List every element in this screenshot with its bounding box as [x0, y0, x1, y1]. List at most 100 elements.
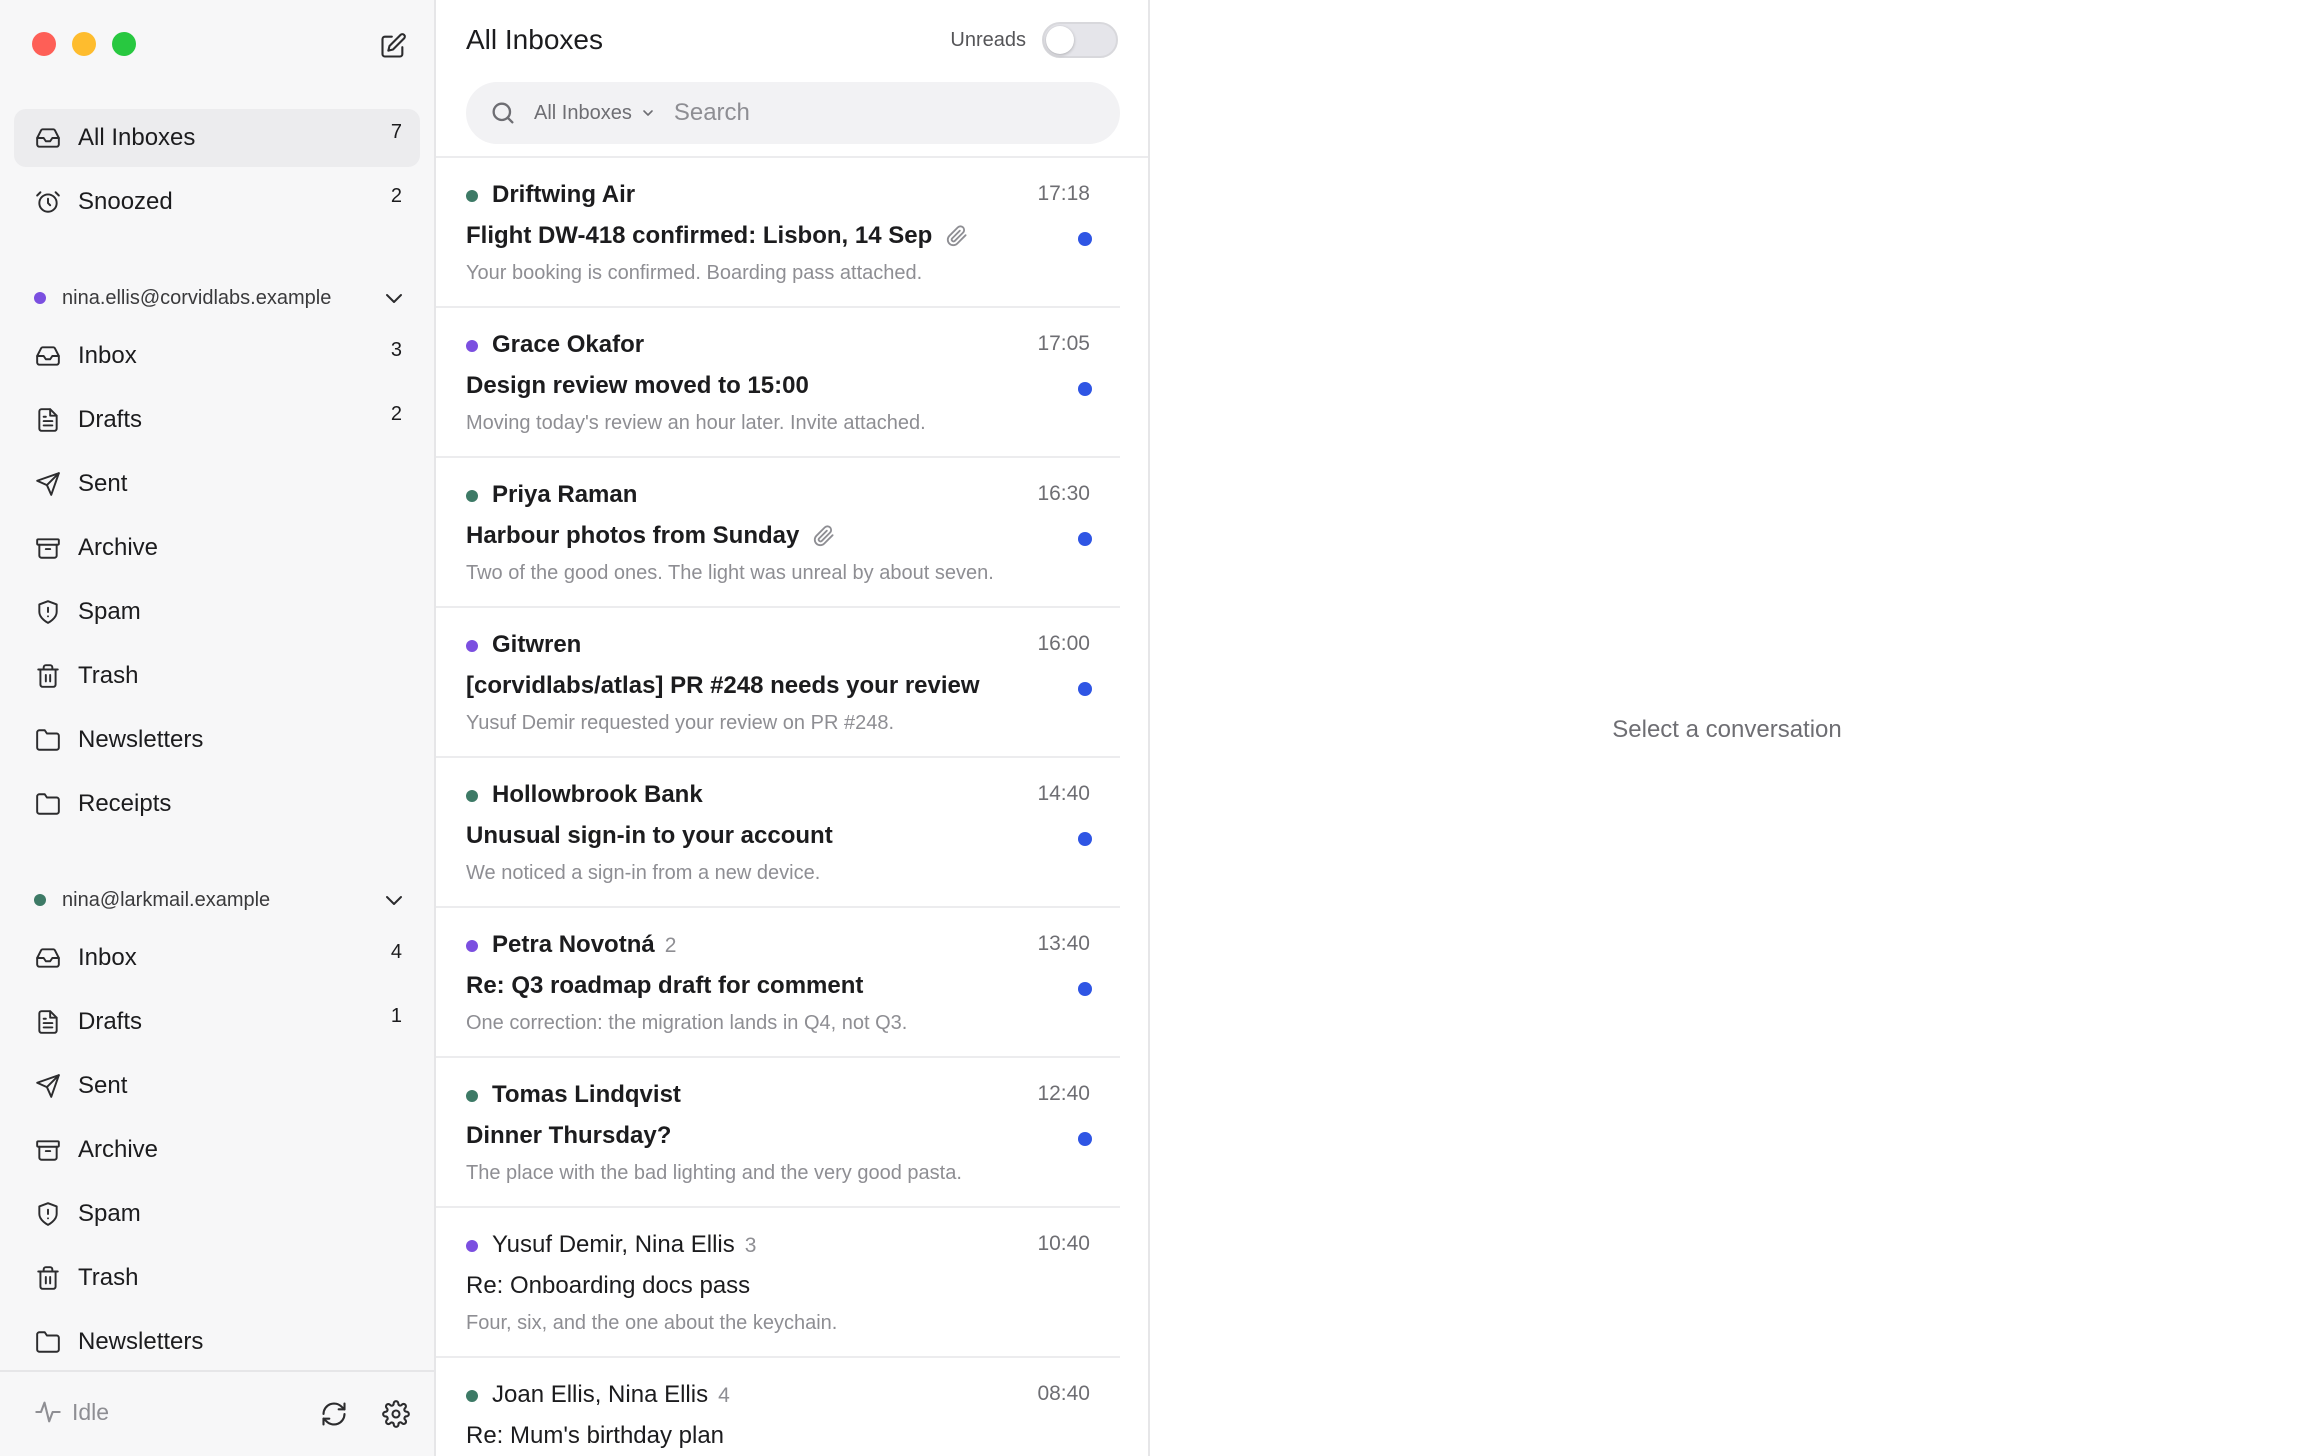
sender-name: Yusuf Demir, Nina Ellis — [492, 1231, 735, 1258]
sidebar-folder-receipts[interactable]: Receipts — [14, 775, 420, 833]
trash-icon — [34, 1264, 62, 1292]
message-time: 12:40 — [1037, 1082, 1090, 1105]
message-row[interactable]: Yusuf Demir, Nina Ellis 3 10:40 Re: Onboard… — [436, 1208, 1120, 1358]
message-row[interactable]: Petra Novotná 2 13:40 Re: Q3 roadmap draft … — [436, 908, 1120, 1058]
search-scope-dropdown[interactable]: All Inboxes — [534, 102, 656, 125]
message-subject-line: [corvidlabs/atlas] PR #248 needs your re… — [466, 672, 980, 700]
message-sender: Tomas Lindqvist — [492, 1081, 681, 1109]
unread-indicator — [1078, 832, 1092, 846]
sidebar-folder-inbox[interactable]: Inbox 3 — [14, 327, 420, 385]
list-title: All Inboxes — [466, 24, 603, 55]
message-subject-line: Flight DW-418 confirmed: Lisbon, 14 Sep — [466, 222, 968, 250]
sender-name: Gitwren — [492, 631, 582, 658]
message-subject: Re: Q3 roadmap draft for comment — [466, 972, 864, 999]
sidebar-folder-archive[interactable]: Archive — [14, 1121, 420, 1179]
unread-count: 1 — [390, 1005, 402, 1027]
sidebar-folder-spam[interactable]: Spam — [14, 1185, 420, 1243]
message-row[interactable]: Driftwing Air 17:18 Flight DW-418 confirme… — [436, 158, 1120, 308]
account-color-dot — [466, 1390, 478, 1402]
shield-icon — [34, 1200, 62, 1228]
empty-state-text: Select a conversation — [1612, 716, 1842, 743]
account-color-dot — [466, 1240, 478, 1252]
sidebar-folder-archive[interactable]: Archive — [14, 519, 420, 577]
send-icon — [34, 1072, 62, 1100]
folder-icon — [34, 790, 62, 818]
sender-name: Driftwing Air — [492, 181, 636, 208]
sidebar-item-all-inboxes[interactable]: All Inboxes 7 — [14, 109, 420, 167]
message-time: 17:05 — [1037, 332, 1090, 355]
sidebar-item-label: Drafts — [78, 406, 143, 433]
unreads-toggle[interactable] — [1042, 22, 1118, 58]
sidebar-folder-spam[interactable]: Spam — [14, 583, 420, 641]
message-preview: Yusuf Demir requested your review on PR … — [466, 712, 894, 734]
window-controls — [32, 32, 136, 56]
account-color-dot — [466, 490, 478, 502]
sidebar-folder-trash[interactable]: Trash — [14, 647, 420, 705]
sidebar-folder-drafts[interactable]: Drafts 2 — [14, 391, 420, 449]
message-sender: Priya Raman — [492, 481, 637, 509]
refresh-button[interactable] — [318, 1398, 350, 1430]
minimize-window-button[interactable] — [72, 32, 96, 56]
compose-icon — [381, 33, 406, 58]
message-row[interactable]: Gitwren 16:00 [corvidlabs/atlas] PR #248 n… — [436, 608, 1120, 758]
sidebar-item-label: Archive — [78, 1136, 159, 1163]
unread-indicator — [1078, 232, 1092, 246]
sidebar-item-label: Snoozed — [78, 188, 173, 215]
sender-name: Joan Ellis, Nina Ellis — [492, 1381, 709, 1408]
sidebar-folder-sent[interactable]: Sent — [14, 455, 420, 513]
archive-icon — [34, 534, 62, 562]
message-sender: Driftwing Air — [492, 181, 635, 209]
sidebar-item-label: Receipts — [78, 790, 172, 817]
close-window-button[interactable] — [32, 32, 56, 56]
sidebar-item-label: Sent — [78, 1072, 128, 1099]
compose-button[interactable] — [377, 30, 409, 62]
message-sender: Grace Okafor — [492, 331, 644, 359]
document-icon — [34, 406, 62, 434]
unreads-label: Unreads — [950, 28, 1026, 51]
sidebar-folder-newsletters[interactable]: Newsletters — [14, 1313, 420, 1371]
message-preview: The place with the bad lighting and the … — [466, 1162, 962, 1184]
account-header[interactable]: nina@larkmail.example — [34, 880, 414, 920]
message-subject-line: Re: Q3 roadmap draft for comment — [466, 972, 863, 1000]
message-sender: Yusuf Demir, Nina Ellis 3 — [492, 1231, 756, 1259]
sender-name: Grace Okafor — [492, 331, 645, 358]
sidebar-folder-trash[interactable]: Trash — [14, 1249, 420, 1307]
message-row[interactable]: Priya Raman 16:30 Harbour photos from Sund… — [436, 458, 1120, 608]
message-row[interactable]: Grace Okafor 17:05 Design review moved to … — [436, 308, 1120, 458]
message-preview: Moving today's review an hour later. Inv… — [466, 412, 926, 434]
account-header[interactable]: nina.ellis@corvidlabs.example — [34, 278, 414, 318]
message-row[interactable]: Hollowbrook Bank 14:40 Unusual sign-in to … — [436, 758, 1120, 908]
message-row[interactable]: Joan Ellis, Nina Ellis 4 08:40 Re: Mum's bi… — [436, 1358, 1120, 1456]
unread-count: 2 — [390, 403, 402, 425]
settings-button[interactable] — [380, 1398, 412, 1430]
message-subject: [corvidlabs/atlas] PR #248 needs your re… — [466, 672, 980, 699]
message-time: 10:40 — [1037, 1232, 1090, 1255]
sidebar-folder-sent[interactable]: Sent — [14, 1057, 420, 1115]
sidebar-item-label: Archive — [78, 534, 159, 561]
account-email: nina.ellis@corvidlabs.example — [62, 286, 332, 309]
sidebar-item-label: Sent — [78, 470, 128, 497]
account-color-dot — [466, 940, 478, 952]
sidebar-folder-inbox[interactable]: Inbox 4 — [14, 929, 420, 987]
message-row[interactable]: Tomas Lindqvist 12:40 Dinner Thursday? The … — [436, 1058, 1120, 1208]
search-input[interactable] — [673, 99, 1074, 127]
unread-count: 2 — [390, 185, 402, 207]
thread-count: 2 — [664, 934, 677, 957]
chevron-down-icon — [386, 896, 402, 905]
gear-icon — [382, 1400, 410, 1428]
sidebar-item-label: Inbox — [78, 342, 137, 369]
sidebar-item-snoozed[interactable]: Snoozed 2 — [14, 173, 420, 231]
message-time: 16:30 — [1037, 482, 1090, 505]
sender-name: Priya Raman — [492, 481, 638, 508]
sidebar-folder-newsletters[interactable]: Newsletters — [14, 711, 420, 769]
folder-icon — [34, 1328, 62, 1356]
maximize-window-button[interactable] — [112, 32, 136, 56]
conversation-pane: Select a conversation — [1150, 0, 2304, 1456]
attachment-icon — [947, 225, 967, 247]
message-sender: Petra Novotná 2 — [492, 931, 676, 959]
message-time: 13:40 — [1037, 932, 1090, 955]
sidebar-item-label: Newsletters — [78, 726, 204, 753]
message-subject: Design review moved to 15:00 — [466, 372, 809, 399]
sidebar-folder-drafts[interactable]: Drafts 1 — [14, 993, 420, 1051]
search-icon — [488, 98, 518, 128]
